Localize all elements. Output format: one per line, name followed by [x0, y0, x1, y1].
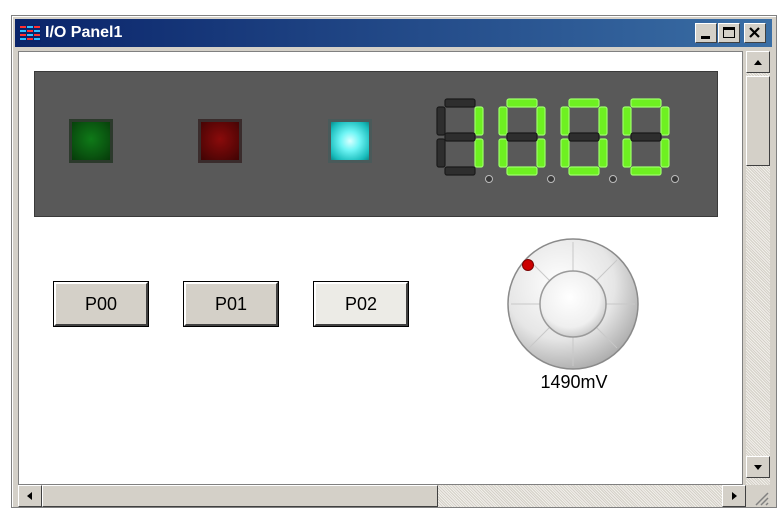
digit-2-segment-g [506, 132, 538, 142]
digit-2-segment-a [506, 98, 538, 108]
digit-3-decimal-point [609, 175, 617, 183]
cyan-led-indicator [328, 119, 372, 163]
digit-3-segment-f [560, 106, 570, 136]
digit-3-segment-d [568, 166, 600, 176]
digit-4-segment-c [660, 138, 670, 168]
digit-1-segment-g [444, 132, 476, 142]
minimize-button[interactable] [695, 23, 717, 43]
scroll-up-arrow-icon [754, 60, 762, 65]
resize-grip-icon [755, 492, 769, 506]
io-panel-app-icon [19, 24, 41, 42]
digit-3-segment-c [598, 138, 608, 168]
resize-grip[interactable] [746, 485, 770, 507]
p01-button[interactable]: P01 [183, 281, 279, 327]
voltage-knob[interactable] [501, 232, 645, 376]
scroll-right-arrow-icon [732, 492, 737, 500]
digit-2-segment-b [536, 106, 546, 136]
digit-4-decimal-point [671, 175, 679, 183]
digit-3-segment-g [568, 132, 600, 142]
scroll-left-arrow-icon [27, 492, 32, 500]
scroll-right-button[interactable] [722, 485, 746, 507]
scroll-up-button[interactable] [746, 51, 770, 73]
vertical-scrollbar[interactable] [746, 51, 770, 485]
digit-4-segment-a [630, 98, 662, 108]
digit-2-segment-c [536, 138, 546, 168]
digit-2-segment-e [498, 138, 508, 168]
maximize-button[interactable] [718, 23, 740, 43]
window-title: I/O Panel1 [45, 24, 123, 41]
digit-2-decimal-point [547, 175, 555, 183]
led-display-panel [34, 71, 718, 217]
io-panel-window: I/O Panel1 P00 P01 P02 1490mV [11, 15, 777, 508]
digit-4-segment-g [630, 132, 662, 142]
red-led-indicator [198, 119, 242, 163]
digit-1-segment-b [474, 106, 484, 136]
knob-position-marker [522, 259, 534, 271]
digit-1-segment-d [444, 166, 476, 176]
horizontal-scrollbar[interactable] [18, 485, 746, 507]
digit-4-segment-b [660, 106, 670, 136]
p02-button[interactable]: P02 [313, 281, 409, 327]
panel-client-area: P00 P01 P02 1490mV [18, 51, 743, 485]
scroll-down-button[interactable] [746, 456, 770, 478]
scroll-left-button[interactable] [18, 485, 42, 507]
digit-1-segment-a [444, 98, 476, 108]
digit-4-segment-f [622, 106, 632, 136]
green-led-indicator [69, 119, 113, 163]
horizontal-scroll-thumb[interactable] [42, 485, 438, 507]
maximize-icon [723, 27, 735, 38]
vertical-scroll-thumb[interactable] [746, 76, 770, 166]
digit-2-segment-f [498, 106, 508, 136]
close-icon [749, 27, 760, 38]
voltage-readout: 1490mV [540, 372, 608, 392]
digit-3-segment-e [560, 138, 570, 168]
digit-3-segment-b [598, 106, 608, 136]
close-button[interactable] [744, 23, 766, 43]
digit-1-segment-f [436, 106, 446, 136]
digit-1-segment-c [474, 138, 484, 168]
digit-4-segment-e [622, 138, 632, 168]
digit-3-segment-a [568, 98, 600, 108]
minimize-icon [701, 36, 710, 39]
p00-button[interactable]: P00 [53, 281, 149, 327]
digit-1-segment-e [436, 138, 446, 168]
seven-segment-display [436, 98, 679, 183]
scroll-down-arrow-icon [754, 465, 762, 470]
digit-1-decimal-point [485, 175, 493, 183]
digit-2-segment-d [506, 166, 538, 176]
title-bar[interactable]: I/O Panel1 [15, 19, 772, 47]
digit-4-segment-d [630, 166, 662, 176]
